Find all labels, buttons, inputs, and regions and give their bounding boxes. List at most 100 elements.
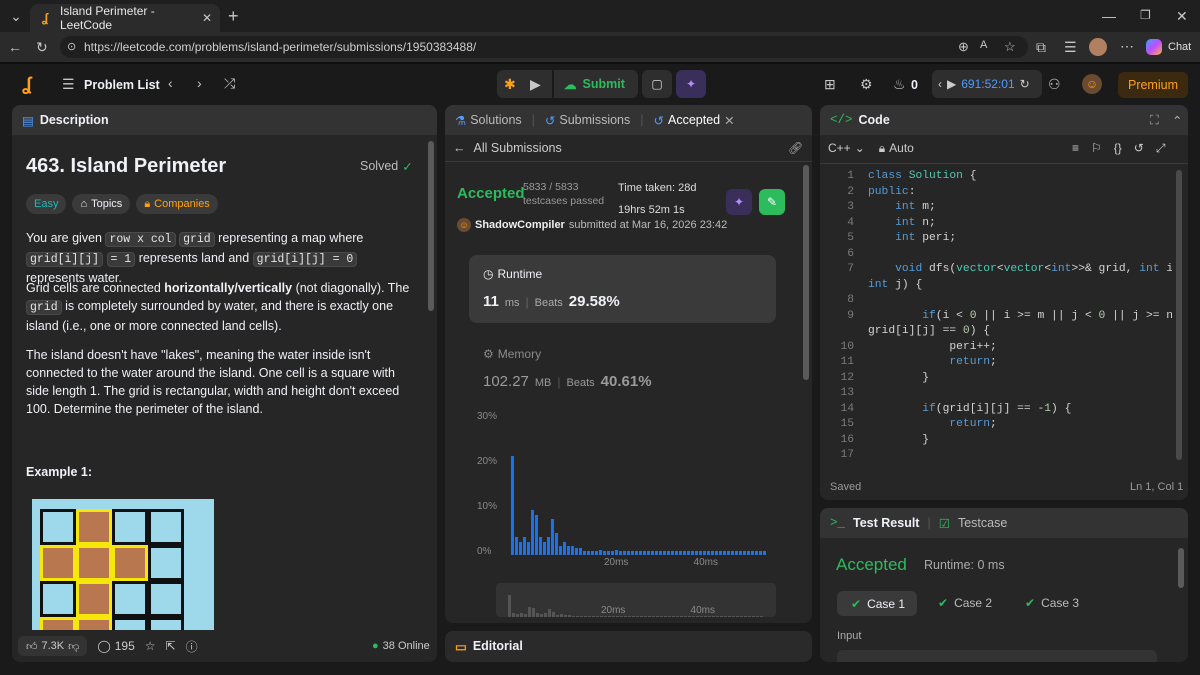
chart-bar[interactable] <box>671 550 674 555</box>
add-friend-icon[interactable]: ⚇ <box>1048 76 1061 93</box>
chart-bar[interactable] <box>763 550 766 555</box>
chart-bar[interactable] <box>587 550 590 555</box>
fullscreen-icon[interactable]: ⛶ <box>1150 113 1159 128</box>
chart-bar[interactable] <box>575 548 578 555</box>
chart-bar[interactable] <box>679 550 682 555</box>
thumbs-down-icon[interactable]: 👎︎ <box>68 640 79 653</box>
chart-bar[interactable] <box>751 550 754 555</box>
chart-bar[interactable] <box>675 550 678 555</box>
chart-bar[interactable] <box>535 514 538 555</box>
chart-bar[interactable] <box>559 546 562 555</box>
back-icon[interactable]: ← <box>8 39 22 55</box>
chart-bar[interactable] <box>603 550 606 555</box>
code-line[interactable]: 12 } <box>820 372 1172 388</box>
layout-icon[interactable]: ⊞ <box>824 76 836 93</box>
runtime-distribution-chart[interactable] <box>511 420 767 555</box>
comments-button[interactable]: ◯ 195 <box>97 639 134 653</box>
edit-solution-icon[interactable]: ✎ <box>759 189 785 215</box>
chart-bar[interactable] <box>523 537 526 555</box>
code-line[interactable]: 8 <box>820 294 1172 310</box>
memory-card[interactable]: ⚙ Memory 102.27 MB | Beats 40.61% <box>469 335 776 395</box>
bookmark-icon[interactable]: ⚐ <box>1091 141 1102 156</box>
code-line[interactable]: 1 class Solution { <box>820 170 1172 186</box>
browser-tab[interactable]: ʆ Island Perimeter - LeetCode ✕ <box>30 4 220 32</box>
extensions-icon[interactable]: ⧉ <box>1036 39 1046 56</box>
chart-bar[interactable] <box>519 541 522 555</box>
share-icon[interactable]: ⇱ <box>166 639 176 653</box>
close-window-icon[interactable]: ✕ <box>1176 8 1188 25</box>
chart-bar[interactable] <box>643 550 646 555</box>
chart-bar[interactable] <box>539 537 542 555</box>
code-line[interactable]: int j) { <box>820 279 1172 295</box>
like-button[interactable]: 👍︎ 7.3K 👎︎ <box>18 636 88 656</box>
chart-bar[interactable] <box>743 550 746 555</box>
companies-button[interactable]: 🔒︎ Companies <box>136 194 218 214</box>
code-line[interactable]: 9 if(i < 0 || i >= m || j < 0 || j >= n … <box>820 310 1172 326</box>
star-icon[interactable]: ☆ <box>145 639 156 653</box>
favorite-star-icon[interactable]: ☆ <box>1004 39 1016 55</box>
description-scrollbar[interactable] <box>428 141 434 311</box>
chart-bar[interactable] <box>611 550 614 555</box>
help-icon[interactable]: ⓘ <box>186 638 198 655</box>
editorial-panel[interactable]: ▭ Editorial <box>445 631 812 662</box>
code-line[interactable]: 3 int m; <box>820 201 1172 217</box>
input-box[interactable] <box>837 650 1157 662</box>
code-line[interactable]: 16 } <box>820 434 1172 450</box>
all-submissions-link[interactable]: ← All Submissions <box>453 141 562 155</box>
chart-bar[interactable] <box>591 550 594 555</box>
chart-bar[interactable] <box>687 550 690 555</box>
code-line[interactable]: grid[i][j] == 0) { <box>820 325 1172 341</box>
debug-icon[interactable]: ✱ <box>504 76 516 93</box>
problem-title[interactable]: 463. Island Perimeter <box>26 155 226 178</box>
user-avatar[interactable]: ☺ <box>1082 74 1102 94</box>
editorial-tab[interactable]: ▭ Editorial <box>455 639 523 654</box>
chart-bar[interactable] <box>699 550 702 555</box>
code-editor[interactable]: 1 class Solution {2 public: 3 int m; 4 int n… <box>820 170 1172 466</box>
chart-bar[interactable] <box>599 549 602 555</box>
ai-sparkle-icon[interactable]: ✦ <box>676 70 706 98</box>
runtime-card[interactable]: ◷ Runtime 11 ms | Beats 29.58% <box>469 255 776 323</box>
chart-bar[interactable] <box>727 550 730 555</box>
url-field[interactable]: ⊙ https://leetcode.com/problems/island-p… <box>60 36 1028 58</box>
chart-bar[interactable] <box>563 541 566 555</box>
format-icon[interactable]: ≡ <box>1072 141 1079 156</box>
chart-bar[interactable] <box>683 550 686 555</box>
chart-bar[interactable] <box>615 549 618 555</box>
chart-bar[interactable] <box>607 550 610 555</box>
difficulty-badge[interactable]: Easy <box>26 194 67 214</box>
tab-submissions[interactable]: ↺ Submissions <box>545 113 630 128</box>
more-menu-icon[interactable]: ⋯ <box>1120 38 1134 55</box>
close-tab-icon[interactable]: ✕ <box>724 113 734 128</box>
tab-code[interactable]: Code <box>859 113 890 127</box>
copilot-icon[interactable] <box>1146 39 1162 55</box>
auto-mode[interactable]: 🔒︎ Auto <box>879 141 914 156</box>
chart-bar[interactable] <box>731 550 734 555</box>
code-line[interactable]: 2 public: <box>820 186 1172 202</box>
chat-label[interactable]: Chat <box>1168 41 1191 53</box>
language-select[interactable]: C++ ⌄ <box>828 141 865 156</box>
settings-gear-icon[interactable]: ⚙ <box>860 76 873 93</box>
chart-bar[interactable] <box>531 510 534 555</box>
chart-bar[interactable] <box>547 537 550 555</box>
code-line[interactable]: 10 peri++; <box>820 341 1172 357</box>
tab-accepted[interactable]: ↺ Accepted ✕ <box>654 113 735 128</box>
zoom-icon[interactable]: ⊕ <box>958 39 969 55</box>
submitter-name[interactable]: ShadowCompiler <box>475 219 565 231</box>
chart-bar[interactable] <box>635 550 638 555</box>
new-tab-icon[interactable]: + <box>228 6 239 27</box>
chart-bar[interactable] <box>735 550 738 555</box>
code-line[interactable]: 17 <box>820 449 1172 465</box>
favorites-icon[interactable]: ☰ <box>1064 39 1077 56</box>
tab-test-result[interactable]: Test Result <box>853 516 919 530</box>
site-info-icon[interactable]: ⊙ <box>67 40 76 53</box>
timer-reset-icon[interactable]: ↻ <box>1020 77 1030 91</box>
chart-bar[interactable] <box>583 550 586 555</box>
chart-bar[interactable] <box>739 550 742 555</box>
problem-list-link[interactable]: Problem List <box>84 78 160 92</box>
chart-bar[interactable] <box>567 546 570 555</box>
code-line[interactable]: 14 if(grid[i][j] == -1) { <box>820 403 1172 419</box>
chart-bar[interactable] <box>555 532 558 555</box>
shuffle-icon[interactable]: ⤮ <box>224 75 235 92</box>
run-icon[interactable]: ▶ <box>530 76 541 93</box>
chart-bar[interactable] <box>691 550 694 555</box>
